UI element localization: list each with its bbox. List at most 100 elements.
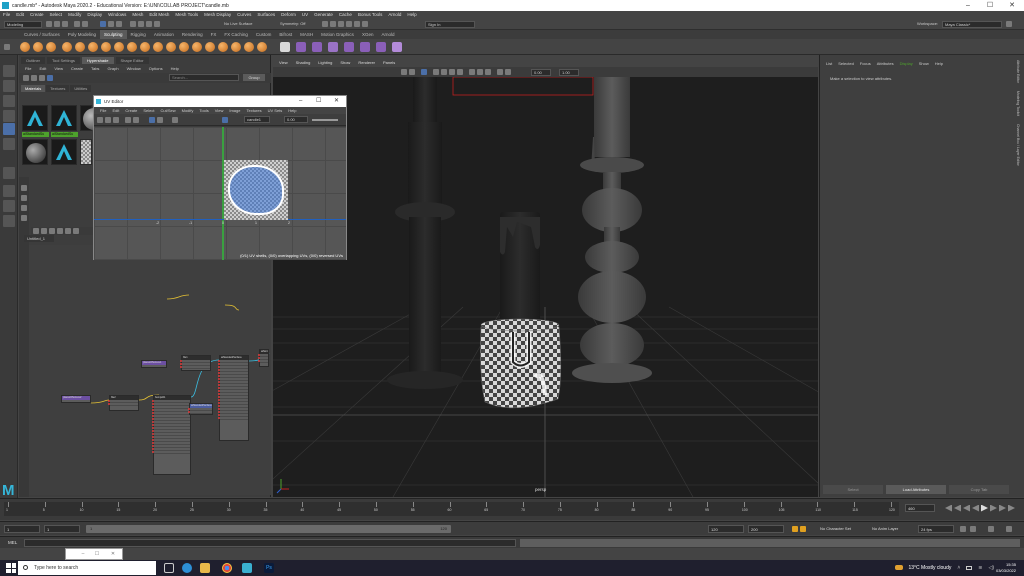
close-button[interactable]: ✕ [110, 551, 116, 557]
tab-modeling-toolkit[interactable]: Modeling Toolkit [1016, 91, 1020, 116]
undo-icon[interactable] [74, 21, 80, 27]
auto-key-icon[interactable] [800, 526, 806, 532]
step-forward-frame-icon[interactable] [990, 504, 997, 512]
blend-shape-icon[interactable] [328, 42, 338, 52]
tool-icon[interactable] [21, 185, 27, 191]
checker-icon[interactable] [113, 117, 119, 123]
hypershade-menu-window[interactable]: Window [123, 65, 145, 72]
hypershade-menu-graph[interactable]: Graph [103, 65, 122, 72]
menu-bonus-tools[interactable]: Bonus Tools [355, 11, 385, 19]
hypershade-menu-options[interactable]: Options [145, 65, 167, 72]
menu-arnold[interactable]: Arnold [385, 11, 404, 19]
shelf-tab-motion-graphics[interactable]: Motion Graphics [317, 30, 358, 39]
menu-uv[interactable]: UV [299, 11, 311, 19]
attr-menu-display[interactable]: Display [897, 60, 916, 68]
anim-layer-dropdown[interactable]: No Anim Layer [870, 525, 910, 533]
exposure-slider[interactable] [312, 119, 338, 121]
layout-two-icon[interactable] [3, 200, 15, 212]
step-back-frame-icon[interactable] [963, 505, 970, 512]
minimize-button[interactable]: – [299, 96, 302, 107]
shelf-settings-icon[interactable] [4, 44, 10, 50]
rotate-tool-icon[interactable] [3, 123, 15, 135]
attr-menu-list[interactable]: List [823, 60, 835, 68]
render-icon[interactable] [322, 21, 328, 27]
uv-menu-image[interactable]: Image [226, 107, 243, 114]
menu-cache[interactable]: Cache [336, 11, 355, 19]
display-image-icon[interactable] [222, 117, 228, 123]
select-component-icon[interactable] [116, 21, 122, 27]
maximize-button[interactable]: ☐ [94, 551, 100, 557]
uv-menu-cut-sew[interactable]: Cut/Sew [158, 107, 179, 114]
repeat-tool-icon[interactable] [127, 42, 137, 52]
chevron-up-icon[interactable]: ˄ [957, 565, 960, 571]
menu-edit-mesh[interactable]: Edit Mesh [146, 11, 172, 19]
playback-speed-icon[interactable] [988, 526, 994, 532]
file-explorer-icon[interactable] [200, 563, 210, 573]
smooth-tool-icon[interactable] [33, 42, 43, 52]
fill-tool-icon[interactable] [179, 42, 189, 52]
grab-tool-icon[interactable] [62, 42, 72, 52]
tool-icon[interactable] [21, 205, 27, 211]
start-time-field[interactable]: 1 [4, 525, 40, 533]
volume-icon[interactable]: ◁) [988, 565, 994, 571]
tool-icon[interactable] [73, 228, 79, 234]
menu-set-dropdown[interactable]: Modeling [4, 21, 42, 28]
snap-icon[interactable] [133, 117, 139, 123]
menu-display[interactable]: Display [84, 11, 105, 19]
imprint-tool-icon[interactable] [140, 42, 150, 52]
hypershade-icon[interactable] [346, 21, 352, 27]
tool-icon[interactable] [49, 228, 55, 234]
input-output-icon[interactable] [47, 75, 53, 81]
go-to-start-icon[interactable] [945, 505, 952, 512]
knife-tool-icon[interactable] [192, 42, 202, 52]
attr-menu-focus[interactable]: Focus [857, 60, 874, 68]
maya-taskbar-icon[interactable] [242, 563, 252, 573]
bulge-tool-icon[interactable] [218, 42, 228, 52]
invert-freeze-icon[interactable] [312, 42, 322, 52]
flatten-tool-icon[interactable] [88, 42, 98, 52]
open-icon[interactable] [54, 21, 60, 27]
tab-shape-editor[interactable]: Shape Editor [115, 57, 149, 64]
hypershade-menu-view[interactable]: View [50, 65, 67, 72]
shelf-tab-rendering[interactable]: Rendering [178, 30, 207, 39]
xray-icon[interactable] [497, 69, 503, 75]
chrome-icon[interactable] [222, 563, 232, 573]
redo-icon[interactable] [82, 21, 88, 27]
menu-surfaces[interactable]: Surfaces [254, 11, 278, 19]
taskbar-search-input[interactable]: Type here to search [18, 561, 156, 575]
unfreeze-icon[interactable] [296, 42, 306, 52]
command-input[interactable] [24, 539, 516, 547]
render-settings-icon[interactable] [338, 21, 344, 27]
shader-node[interactable]: aiStandardSurface2SG [188, 403, 213, 415]
layout-four-icon[interactable] [3, 185, 15, 197]
texture-icon[interactable] [449, 69, 455, 75]
clock[interactable]: 15:35 03/03/2022 [996, 562, 1016, 574]
select-mode-icon[interactable] [100, 21, 106, 27]
taskbar-thumbnail[interactable]: – ☐ ✕ [65, 548, 123, 560]
sound-icon[interactable] [970, 526, 976, 532]
scale-tool-icon[interactable] [3, 138, 15, 150]
hypershade-menu-tabs[interactable]: Tabs [87, 65, 103, 72]
render-view-icon[interactable] [354, 21, 360, 27]
close-button[interactable]: ✕ [1002, 0, 1022, 11]
symmetry-label[interactable]: Symmetry: Off [278, 21, 314, 28]
uv-menu-help[interactable]: Help [285, 107, 299, 114]
hypershade-menu-help[interactable]: Help [167, 65, 183, 72]
workspace-dropdown[interactable]: Maya Classic* [942, 21, 1002, 28]
uv-menu-create[interactable]: Create [122, 107, 140, 114]
shader-node[interactable]: place2dTexture2 [61, 395, 91, 403]
shelf-tab-fx-caching[interactable]: FX Caching [220, 30, 252, 39]
command-language-label[interactable]: MEL [8, 539, 17, 547]
menu-file[interactable]: File [0, 11, 13, 19]
attr-menu-selected[interactable]: Selected [835, 60, 857, 68]
character-set-dropdown[interactable]: No Character Set [818, 525, 862, 533]
edge-icon[interactable] [182, 563, 192, 573]
layout-outliner-icon[interactable] [3, 215, 15, 227]
hypershade-search-input[interactable]: Search... [169, 74, 239, 81]
save-icon[interactable] [62, 21, 68, 27]
material-swatch[interactable] [22, 105, 48, 131]
texture-border-icon[interactable] [172, 117, 178, 123]
menu-generate[interactable]: Generate [311, 11, 336, 19]
workspace-tab[interactable]: Untitled_1 [24, 235, 54, 242]
hypershade-menu-edit[interactable]: Edit [35, 65, 50, 72]
